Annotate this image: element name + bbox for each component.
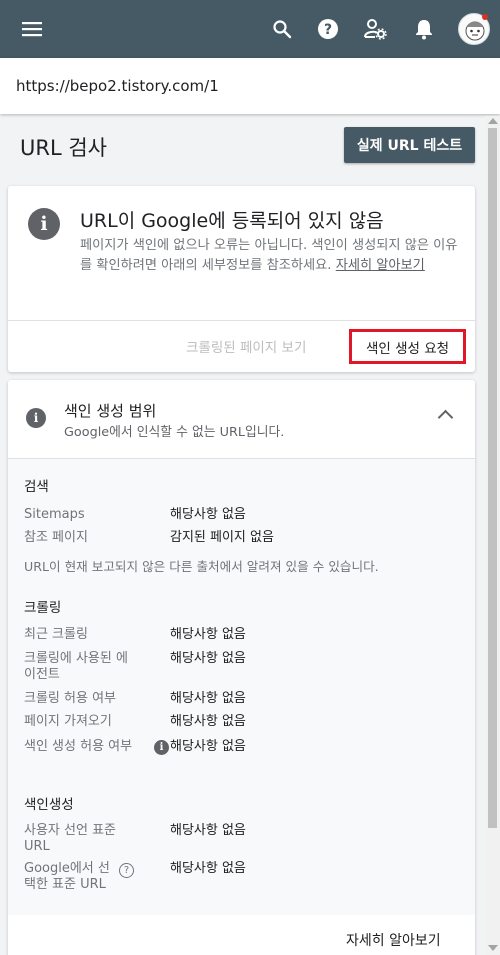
info-icon: i [26,408,46,428]
search-note: URL이 현재 보고되지 않은 다른 출처에서 알려져 있을 수 있습니다. [24,559,379,574]
status-description: 페이지가 색인에 없으나 오류는 아닙니다. 색인이 생성되지 않은 이유를 확… [80,236,464,276]
row-label: Google에서 선택한 표준 URL [24,861,110,892]
notification-dot [482,14,488,20]
chevron-up-icon[interactable] [437,409,454,426]
row-label: 크롤링에 사용된 에이전트 [24,651,128,682]
inspect-url-bar[interactable]: https://bepo2.tistory.com/1 [0,58,500,114]
row-value: 해당사항 없음 [170,651,246,666]
section-title-indexing: 색인생성 [24,797,74,813]
row-value: 해당사항 없음 [170,823,246,838]
scroll-down-icon[interactable] [488,945,498,951]
row-label: 크롤링 허용 여부 [24,691,116,706]
scrollbar-thumb[interactable] [488,128,497,828]
index-status-card: i URL이 Google에 등록되어 있지 않음 페이지가 색인에 없으나 오… [8,186,475,372]
row-value: 해당사항 없음 [170,714,246,729]
row-value: 해당사항 없음 [170,691,246,706]
row-label: 사용자 선언 표준 URL [24,823,116,854]
help-icon[interactable]: ? [311,0,345,58]
row-value: 감지된 페이지 없음 [170,530,274,545]
notifications-icon[interactable] [407,0,441,58]
row-value: 해당사항 없음 [170,627,246,642]
live-url-test-button[interactable]: 실제 URL 테스트 [344,127,475,163]
svg-text:?: ? [324,22,332,38]
learn-more-link[interactable]: 자세히 알아보기 [346,930,441,950]
row-label: 페이지 가져오기 [24,714,112,729]
menu-icon[interactable] [14,0,50,58]
learn-more-link[interactable]: 자세히 알아보기 [336,258,425,273]
coverage-details: 검색 Sitemaps 해당사항 없음 참조 페이지 감지된 페이지 없음 UR… [8,458,475,915]
coverage-subtitle: Google에서 인식할 수 없는 URL입니다. [64,425,285,440]
row-label: Sitemaps [24,507,85,522]
admin-settings-icon[interactable] [358,0,392,58]
row-value: 해당사항 없음 [170,507,246,522]
request-indexing-button[interactable]: 색인 생성 요청 [349,329,466,364]
search-icon[interactable] [265,0,299,58]
top-app-bar: ? [0,0,500,58]
info-icon: i [28,208,60,240]
coverage-card: i 색인 생성 범위 Google에서 인식할 수 없는 URL입니다. 검색 … [8,380,475,955]
status-title: URL이 Google에 등록되어 있지 않음 [80,210,384,232]
row-value: 해당사항 없음 [170,739,246,754]
help-icon[interactable]: ? [119,863,134,878]
divider [8,320,475,321]
info-icon[interactable]: i [154,740,169,755]
row-label: 최근 크롤링 [24,627,88,642]
row-value: 해당사항 없음 [170,861,246,876]
page-title: URL 검사 [20,136,107,160]
coverage-header[interactable]: i 색인 생성 범위 Google에서 인식할 수 없는 URL입니다. [8,380,475,458]
view-crawled-page-button[interactable]: 크롤링된 페이지 보기 [186,336,306,356]
coverage-title: 색인 생성 범위 [64,402,157,420]
section-title-crawl: 크롤링 [24,600,62,616]
scroll-up-icon[interactable] [488,118,498,124]
section-title-search: 검색 [24,479,49,495]
row-label: 색인 생성 허용 여부 [24,739,133,754]
row-label: 참조 페이지 [24,530,88,545]
